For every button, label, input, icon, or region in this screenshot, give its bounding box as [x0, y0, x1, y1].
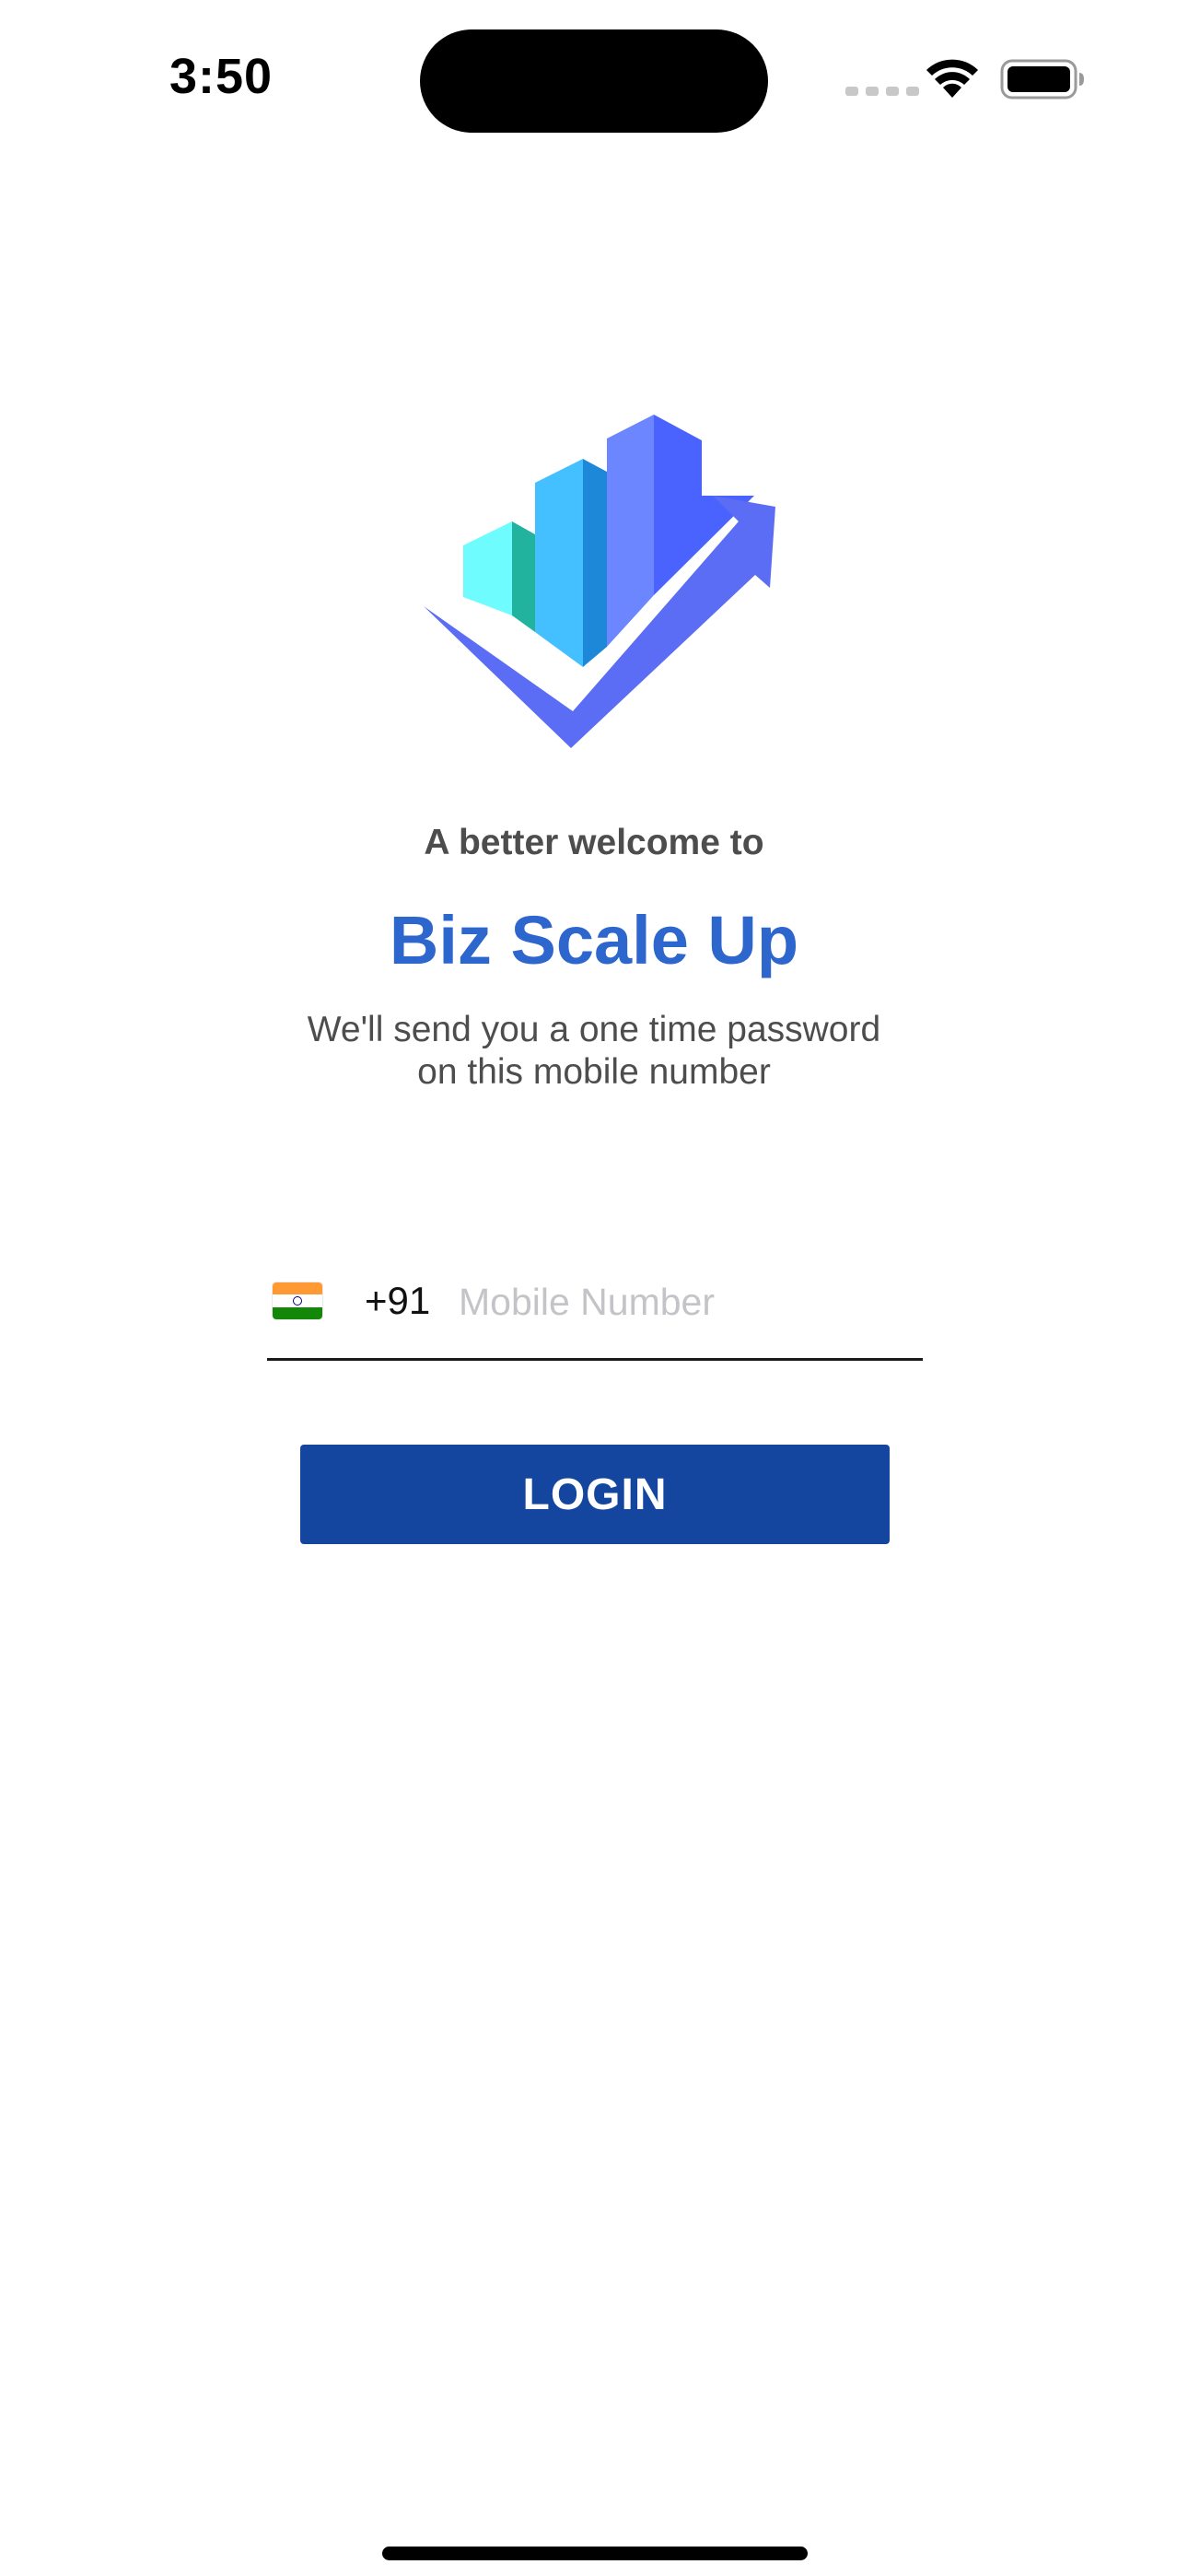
- signal-icon: [845, 87, 919, 96]
- bar-chart-growth-logo: [424, 415, 775, 748]
- mobile-number-field[interactable]: +91: [267, 1262, 923, 1361]
- welcome-text: A better welcome to: [424, 823, 764, 862]
- home-indicator: [382, 2547, 808, 2560]
- app-title: Biz Scale Up: [389, 902, 799, 978]
- login-button[interactable]: LOGIN: [300, 1445, 890, 1544]
- otp-instruction-line-2: on this mobile number: [417, 1052, 771, 1092]
- battery-icon: [1000, 59, 1084, 100]
- india-flag-icon[interactable]: [273, 1282, 322, 1319]
- dynamic-island: [420, 29, 768, 133]
- otp-instruction: We'll send you a one time password on th…: [0, 1009, 1188, 1094]
- country-dial-code[interactable]: +91: [365, 1279, 430, 1323]
- mobile-number-input[interactable]: [459, 1271, 910, 1332]
- otp-instruction-line-1: We'll send you a one time password: [307, 1010, 881, 1049]
- status-time: 3:50: [169, 49, 274, 104]
- wifi-icon: [926, 59, 978, 98]
